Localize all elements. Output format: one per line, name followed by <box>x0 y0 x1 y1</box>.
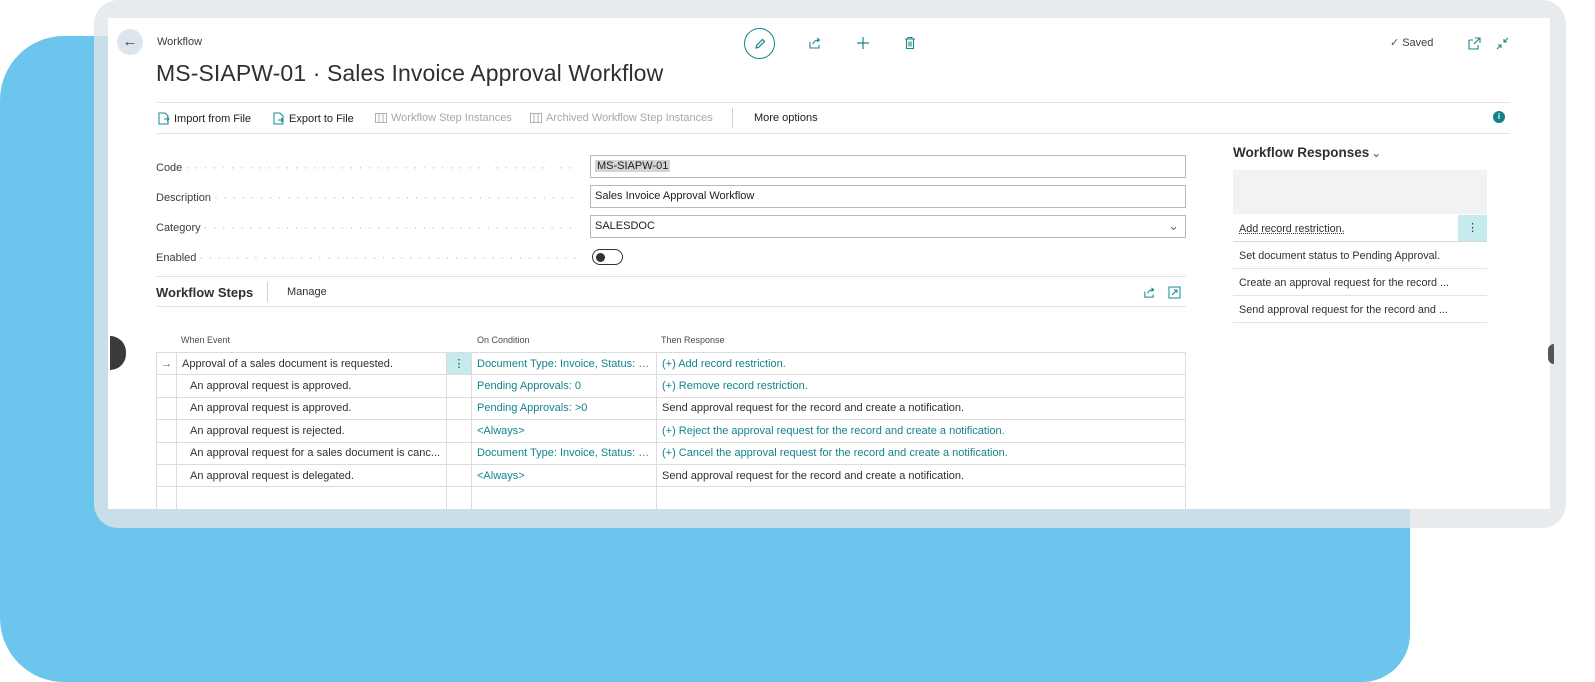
current-row-arrow-icon: → <box>156 351 177 376</box>
event-cell[interactable]: An approval request is approved. <box>176 396 447 421</box>
workflow-steps-title: Workflow Steps <box>156 285 254 300</box>
row-menu-button[interactable]: ⋮ <box>1458 215 1487 241</box>
condition-link[interactable]: Pending Approvals: 0 <box>471 374 657 398</box>
leader-dots: · · · · · · · · · · · · · · · · · · · · … <box>214 192 576 204</box>
archived-workflow-step-instances-action[interactable]: Archived Workflow Step Instances <box>530 112 713 124</box>
workflow-steps-table: → Approval of a sales document is reques… <box>156 351 1186 510</box>
list-item[interactable]: Add record restriction. ⋮ <box>1233 215 1487 242</box>
event-cell[interactable]: An approval request is rejected. <box>176 419 447 443</box>
share-icon <box>809 37 821 49</box>
row-menu-button[interactable]: ⋮ <box>446 351 472 376</box>
table-row-empty[interactable] <box>156 486 1186 510</box>
workflow-responses-title[interactable]: Workflow Responses ⌄ <box>1233 145 1381 160</box>
response-link[interactable]: (+) Reject the approval request for the … <box>656 419 1186 443</box>
workflow-step-instances-action[interactable]: Workflow Step Instances <box>375 112 512 124</box>
collapse-button[interactable] <box>1492 33 1512 53</box>
action-separator <box>732 108 733 128</box>
open-new-window-button[interactable] <box>1464 33 1484 53</box>
condition-link[interactable]: Document Type: Invoice, Status: O... <box>471 351 657 376</box>
back-button[interactable]: ← <box>117 29 143 55</box>
new-button[interactable] <box>853 33 873 53</box>
export-to-file-action[interactable]: Export to File <box>273 112 354 125</box>
condition-link[interactable]: <Always> <box>471 463 657 488</box>
check-icon: ✓ <box>1390 37 1400 49</box>
open-new-window-icon <box>1467 36 1481 50</box>
edit-button[interactable] <box>744 28 775 59</box>
event-cell[interactable]: Approval of a sales document is requeste… <box>176 351 447 376</box>
pencil-icon <box>754 38 765 49</box>
description-label: Description · · · · · · · · · · · · · · … <box>156 192 576 204</box>
manage-menu[interactable]: Manage <box>287 286 327 298</box>
chevron-down-icon: ⌄ <box>1168 218 1179 233</box>
column-header-then-response[interactable]: Then Response <box>661 335 725 345</box>
toggle-knob <box>596 252 605 262</box>
action-bar: Import from File Export to File Workflow… <box>156 102 1510 134</box>
scroll-edge-right <box>1548 344 1554 364</box>
page-title: MS-SIAPW-01 · Sales Invoice Approval Wor… <box>156 60 664 86</box>
leader-dots: · · · · · · · · · · · · · · · · · · · · … <box>185 162 576 174</box>
table-row[interactable]: An approval request is approved. Pending… <box>156 396 1186 421</box>
export-file-icon <box>273 112 284 125</box>
stage: ← Workflow MS-SIAPW-01 · Sales Invoice A… <box>0 0 1595 682</box>
expand-icon <box>1168 286 1180 298</box>
event-cell[interactable]: An approval request is approved. <box>176 374 447 398</box>
list-item[interactable]: Set document status to Pending Approval. <box>1233 242 1487 269</box>
condition-link[interactable]: Pending Approvals: >0 <box>471 396 657 421</box>
table-row[interactable]: An approval request is rejected. <Always… <box>156 419 1186 443</box>
condition-link[interactable]: <Always> <box>471 419 657 443</box>
delete-button[interactable] <box>900 33 920 53</box>
workflow-responses-header-area <box>1233 170 1487 214</box>
condition-link[interactable]: Document Type: Invoice, Status: P... <box>471 441 657 465</box>
response-link[interactable]: (+) Add record restriction. <box>656 351 1186 376</box>
trash-icon <box>905 36 915 50</box>
response-cell[interactable]: Send approval request for the record and… <box>656 396 1186 421</box>
steps-expand-button[interactable] <box>1166 284 1182 300</box>
table-row[interactable]: An approval request is delegated. <Alway… <box>156 463 1186 488</box>
table-row[interactable]: An approval request for a sales document… <box>156 441 1186 465</box>
steps-share-button[interactable] <box>1141 284 1157 300</box>
share-button[interactable] <box>805 33 825 53</box>
workflow-steps-header: Workflow Steps Manage <box>156 276 1186 307</box>
response-link[interactable]: (+) Remove record restriction. <box>656 374 1186 398</box>
code-label: Code · · · · · · · · · · · · · · · · · ·… <box>156 162 576 174</box>
list-item[interactable]: Send approval request for the record and… <box>1233 296 1487 323</box>
steps-separator <box>267 282 268 302</box>
leader-dots: · · · · · · · · · · · · · · · · · · · · … <box>199 252 576 264</box>
table-row[interactable]: → Approval of a sales document is reques… <box>156 351 1186 376</box>
saved-status: ✓ Saved <box>1390 37 1434 49</box>
breadcrumb: Workflow <box>157 36 203 48</box>
event-cell[interactable]: An approval request for a sales document… <box>176 441 447 465</box>
column-header-when-event[interactable]: When Event <box>181 335 230 345</box>
category-select[interactable]: SALESDOC ⌄ <box>590 215 1186 238</box>
chevron-down-icon: ⌄ <box>1371 146 1382 160</box>
table-icon <box>530 113 542 123</box>
plus-icon <box>857 37 869 49</box>
import-from-file-action[interactable]: Import from File <box>158 112 251 125</box>
more-options-action[interactable]: More options <box>754 112 818 124</box>
enabled-toggle[interactable] <box>592 249 623 265</box>
code-field[interactable]: MS-SIAPW-01 <box>590 155 1186 178</box>
enabled-label: Enabled · · · · · · · · · · · · · · · · … <box>156 252 576 264</box>
import-file-icon <box>158 112 170 125</box>
leader-dots: · · · · · · · · · · · · · · · · · · · · … <box>203 222 576 234</box>
table-icon <box>375 113 387 123</box>
arrow-left-icon: ← <box>122 33 138 50</box>
collapse-icon <box>1496 37 1508 49</box>
column-header-on-condition[interactable]: On Condition <box>477 335 530 345</box>
response-link[interactable]: (+) Cancel the approval request for the … <box>656 441 1186 465</box>
event-cell[interactable]: An approval request is delegated. <box>176 463 447 488</box>
table-row[interactable]: An approval request is approved. Pending… <box>156 374 1186 398</box>
share-icon <box>1143 286 1154 298</box>
response-cell[interactable]: Send approval request for the record and… <box>656 463 1186 488</box>
category-label: Category · · · · · · · · · · · · · · · ·… <box>156 222 576 234</box>
workflow-responses-list: Add record restriction. ⋮ Set document st… <box>1233 215 1487 323</box>
description-field[interactable]: Sales Invoice Approval Workflow <box>590 185 1186 208</box>
info-icon[interactable]: i <box>1493 111 1505 123</box>
list-item[interactable]: Create an approval request for the recor… <box>1233 269 1487 296</box>
